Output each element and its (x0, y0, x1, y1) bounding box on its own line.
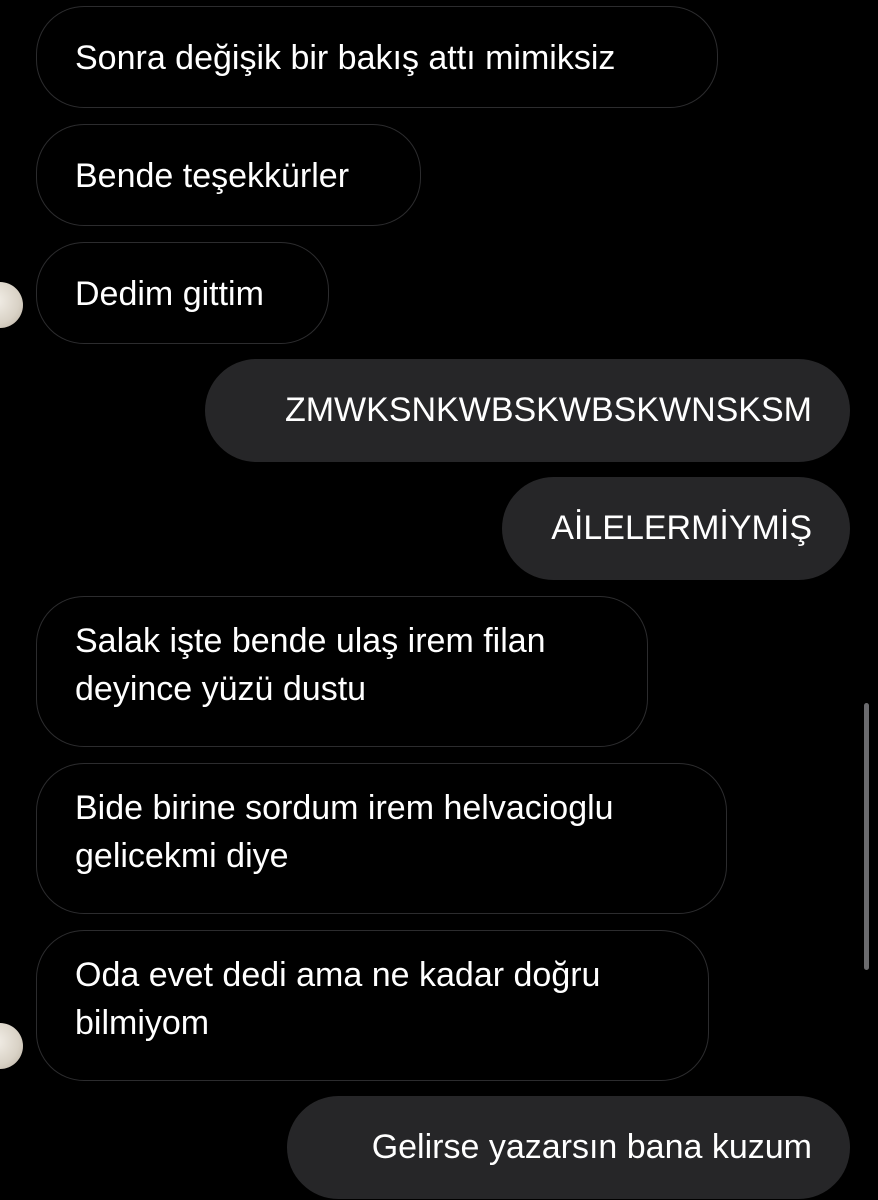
message-thread[interactable]: Sonra değişik bir bakış attı mimiksiz Be… (0, 0, 878, 1200)
message-bubble-received[interactable]: Salak işte bende ulaş irem filan deyince… (36, 596, 648, 747)
message-text: AİLELERMİYMİŞ (551, 509, 812, 547)
message-bubble-received[interactable]: Dedim gittim (36, 242, 329, 344)
message-bubble-sent[interactable]: AİLELERMİYMİŞ (502, 477, 850, 580)
message-bubble-received[interactable]: Bide birine sordum irem helvacioglu geli… (36, 763, 727, 914)
message-bubble-received[interactable]: Bende teşekkürler (36, 124, 421, 226)
message-text: Bende teşekkürler (75, 157, 350, 195)
scrollbar[interactable] (864, 703, 869, 970)
contact-avatar[interactable] (0, 282, 23, 328)
message-bubble-received[interactable]: Sonra değişik bir bakış attı mimiksiz (36, 6, 718, 108)
message-text: Dedim gittim (75, 275, 264, 313)
message-text: Bide birine sordum irem helvacioglu geli… (75, 789, 614, 875)
contact-avatar[interactable] (0, 1023, 23, 1069)
message-text: Salak işte bende ulaş irem filan deyince… (75, 622, 546, 708)
message-text: Oda evet dedi ama ne kadar doğru bilmiyo… (75, 956, 601, 1042)
message-bubble-sent[interactable]: Gelirse yazarsın bana kuzum (287, 1096, 850, 1199)
message-text: ZMWKSNKWBSKWBSKWNSKSM (284, 391, 812, 429)
message-bubble-sent[interactable]: ZMWKSNKWBSKWBSKWNSKSM (205, 359, 850, 462)
message-text: Sonra değişik bir bakış attı mimiksiz (75, 39, 616, 77)
message-bubble-received[interactable]: Oda evet dedi ama ne kadar doğru bilmiyo… (36, 930, 709, 1081)
message-text: Gelirse yazarsın bana kuzum (371, 1128, 812, 1166)
